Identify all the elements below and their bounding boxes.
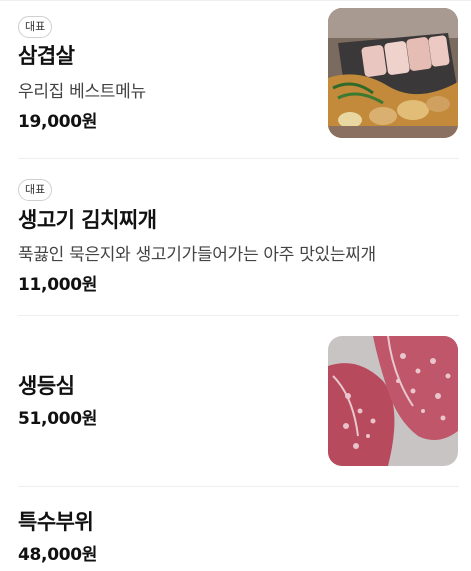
menu-item-price: 19,000원 xyxy=(18,112,98,132)
menu-item-kimchi-jjigae[interactable]: 대표 생고기 김치찌개 푹끓인 묵은지와 생고기가들어가는 아주 맛있는찌개 1… xyxy=(18,178,459,298)
menu-item-description: 우리집 베스트메뉴 xyxy=(18,82,146,102)
menu-item-name: 생등심 xyxy=(18,374,75,398)
grilled-pork-belly-photo xyxy=(328,8,458,138)
menu-item-price: 51,000원 xyxy=(18,409,98,429)
menu-item-name: 특수부위 xyxy=(18,510,94,534)
menu-item-saeng-deungsim[interactable]: 생등심 51,000원 xyxy=(18,336,459,466)
menu-item-description: 푹끓인 묵은지와 생고기가들어가는 아주 맛있는찌개 xyxy=(18,245,376,265)
menu-item-price: 11,000원 xyxy=(18,275,98,295)
menu-item-name: 생고기 김치찌개 xyxy=(18,208,157,232)
menu-divider xyxy=(18,486,459,487)
menu-item-price: 48,000원 xyxy=(18,545,98,565)
menu-divider xyxy=(18,158,459,159)
menu-item-samgyeopsal[interactable]: 대표 삼겹살 우리집 베스트메뉴 19,000원 xyxy=(18,8,459,144)
raw-beef-sirloin-photo xyxy=(328,336,458,466)
menu-item-teuksu-buwi[interactable]: 특수부위 48,000원 xyxy=(18,504,459,565)
signature-badge: 대표 xyxy=(18,16,53,38)
top-divider xyxy=(0,0,471,1)
menu-divider xyxy=(18,315,459,316)
menu-item-name: 삼겹살 xyxy=(18,44,75,68)
signature-badge: 대표 xyxy=(18,179,53,201)
